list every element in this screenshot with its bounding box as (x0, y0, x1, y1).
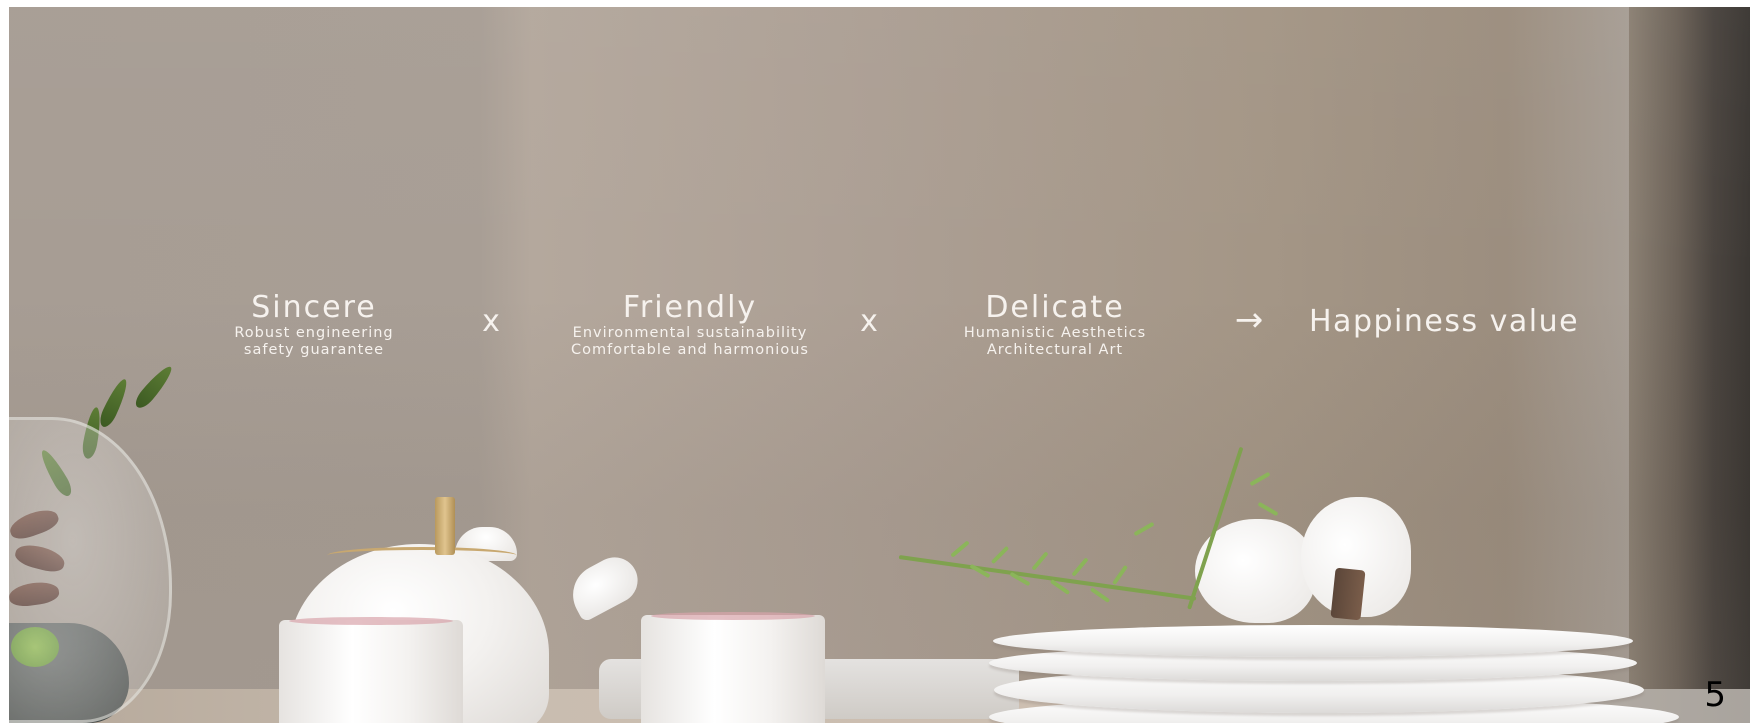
background-shade (9, 7, 1750, 723)
term-title: Sincere (251, 290, 377, 325)
term-sincere: Sincere Robust engineering safety guaran… (189, 291, 439, 359)
result-text: Happiness value (1309, 304, 1580, 339)
teapot-lid (327, 547, 517, 564)
multiply-operator: x (482, 304, 500, 339)
page-number: 5 (1704, 675, 1726, 715)
term-subtitle-line: Comfortable and harmonious (571, 342, 809, 358)
multiply-operator: x (860, 304, 878, 339)
slide-background: Sincere Robust engineering safety guaran… (9, 7, 1750, 723)
plate (993, 625, 1633, 657)
term-delicate: Delicate Humanistic Aesthetics Architect… (930, 291, 1180, 359)
term-subtitle-line: Robust engineering (234, 325, 394, 341)
arrow-right-icon: → (1234, 300, 1264, 340)
chopstick-rest (1330, 567, 1366, 621)
term-subtitle-line: Humanistic Aesthetics (963, 325, 1147, 341)
teapot-knob (435, 497, 455, 555)
term-friendly: Friendly Environmental sustainability Co… (540, 291, 840, 359)
term-subtitle-line: Architectural Art (986, 342, 1124, 358)
term-subtitle-line: Environmental sustainability (572, 325, 808, 341)
term-title: Delicate (985, 290, 1125, 325)
tea-cup (279, 617, 463, 723)
term-subtitle-line: safety guarantee (243, 342, 385, 358)
tea-cup (641, 612, 825, 723)
term-title: Friendly (622, 290, 758, 325)
